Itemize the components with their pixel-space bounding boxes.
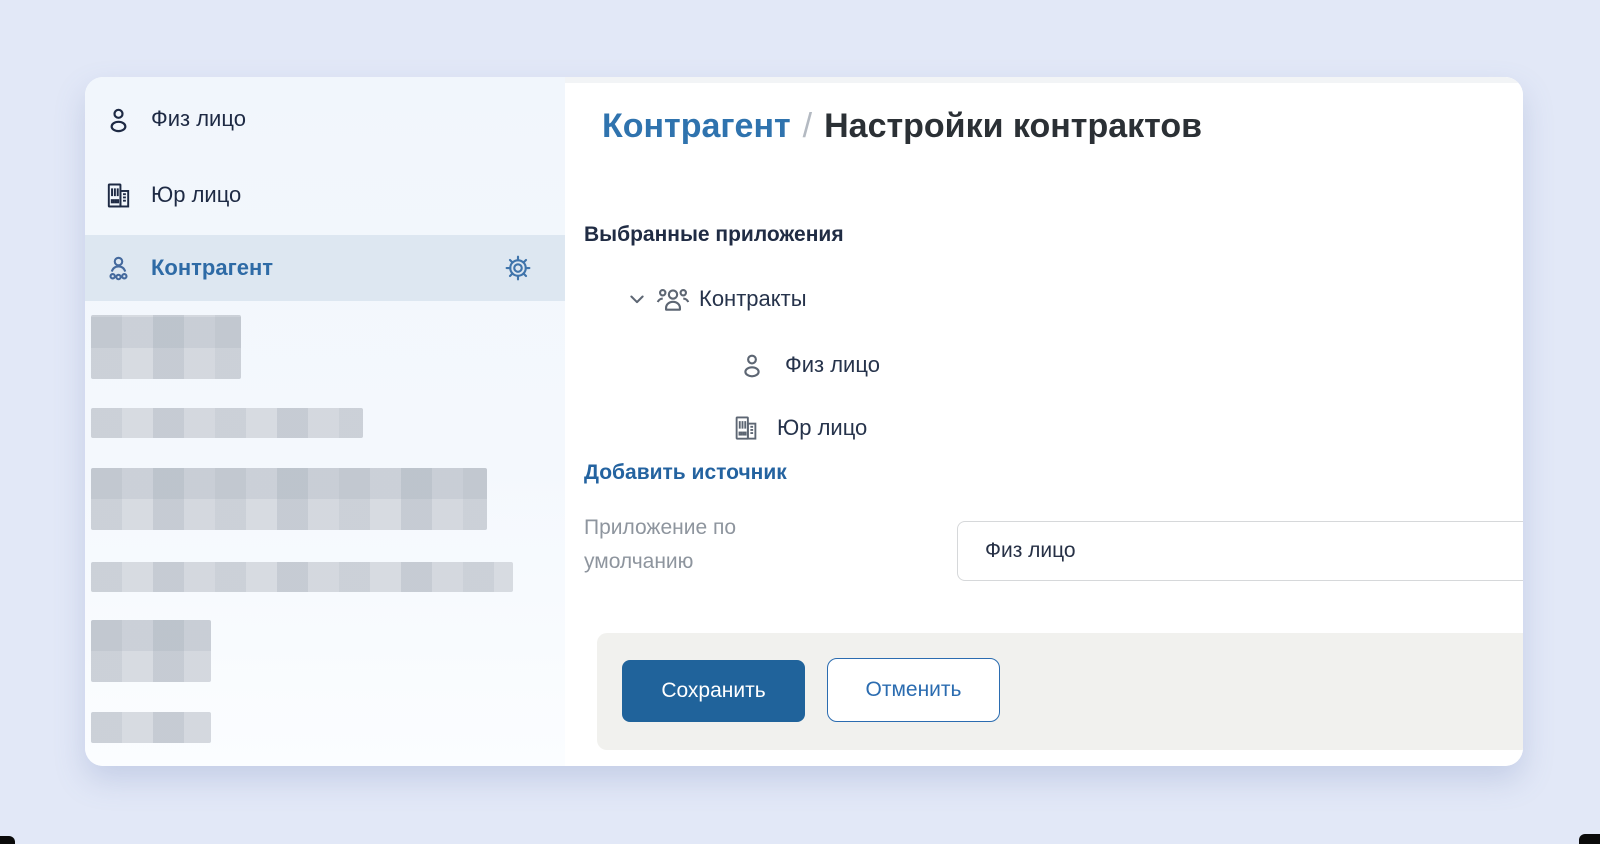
main-card: Физ лицо Юр лицо Контрагент Контрагент /… (85, 77, 1523, 766)
action-bar: Сохранить Отменить (597, 633, 1523, 750)
scroll-strip (565, 77, 1523, 83)
gear-icon[interactable] (503, 253, 533, 283)
redacted-item (91, 315, 241, 379)
sidebar-item-fiz-lico[interactable]: Физ лицо (85, 91, 565, 147)
person-icon (103, 104, 134, 135)
default-app-input[interactable] (957, 521, 1523, 581)
content-area: Контрагент / Настройки контрактов Выбранны… (565, 77, 1523, 766)
chevron-down-icon[interactable] (627, 289, 647, 309)
page-title: Настройки контрактов (824, 107, 1203, 145)
sidebar-item-label: Физ лицо (151, 106, 246, 131)
default-app-label: Приложение по умолчанию (584, 516, 737, 573)
add-source-link[interactable]: Добавить источник (584, 461, 787, 485)
tree-leaf-yur-lico[interactable]: Юр лицо (731, 408, 867, 448)
cancel-button[interactable]: Отменить (827, 658, 1000, 722)
sidebar-item-label: Юр лицо (151, 182, 242, 207)
tree-node-label: Контракты (699, 286, 807, 311)
redacted-item (91, 562, 513, 592)
building-icon (731, 413, 761, 443)
tree-leaf-label: Юр лицо (777, 415, 868, 440)
breadcrumb: Контрагент / Настройки контрактов (602, 107, 1202, 146)
tree-node-contracts[interactable]: Контракты (627, 279, 807, 319)
sidebar-item-kontragent[interactable]: Контрагент (85, 235, 565, 301)
screenshot-corner-artifact (0, 836, 15, 844)
redacted-item (91, 620, 211, 682)
building-icon (103, 180, 134, 211)
person-icon (737, 350, 767, 380)
breadcrumb-parent-link[interactable]: Контрагент (602, 107, 791, 145)
redacted-item (91, 408, 363, 438)
group-icon (653, 283, 693, 315)
tree-leaf-label: Физ лицо (785, 352, 880, 377)
save-button[interactable]: Сохранить (622, 660, 805, 722)
sidebar-item-yur-lico[interactable]: Юр лицо (85, 167, 565, 223)
selected-apps-title: Выбранные приложения (584, 223, 844, 246)
redacted-item (91, 712, 211, 743)
tree-leaf-fiz-lico[interactable]: Физ лицо (737, 345, 880, 385)
redacted-item (91, 468, 487, 530)
screenshot-corner-artifact (1579, 834, 1600, 844)
breadcrumb-separator: / (802, 107, 813, 145)
counterparty-icon (103, 253, 134, 284)
sidebar: Физ лицо Юр лицо Контрагент (85, 77, 565, 766)
sidebar-item-label: Контрагент (151, 255, 274, 280)
